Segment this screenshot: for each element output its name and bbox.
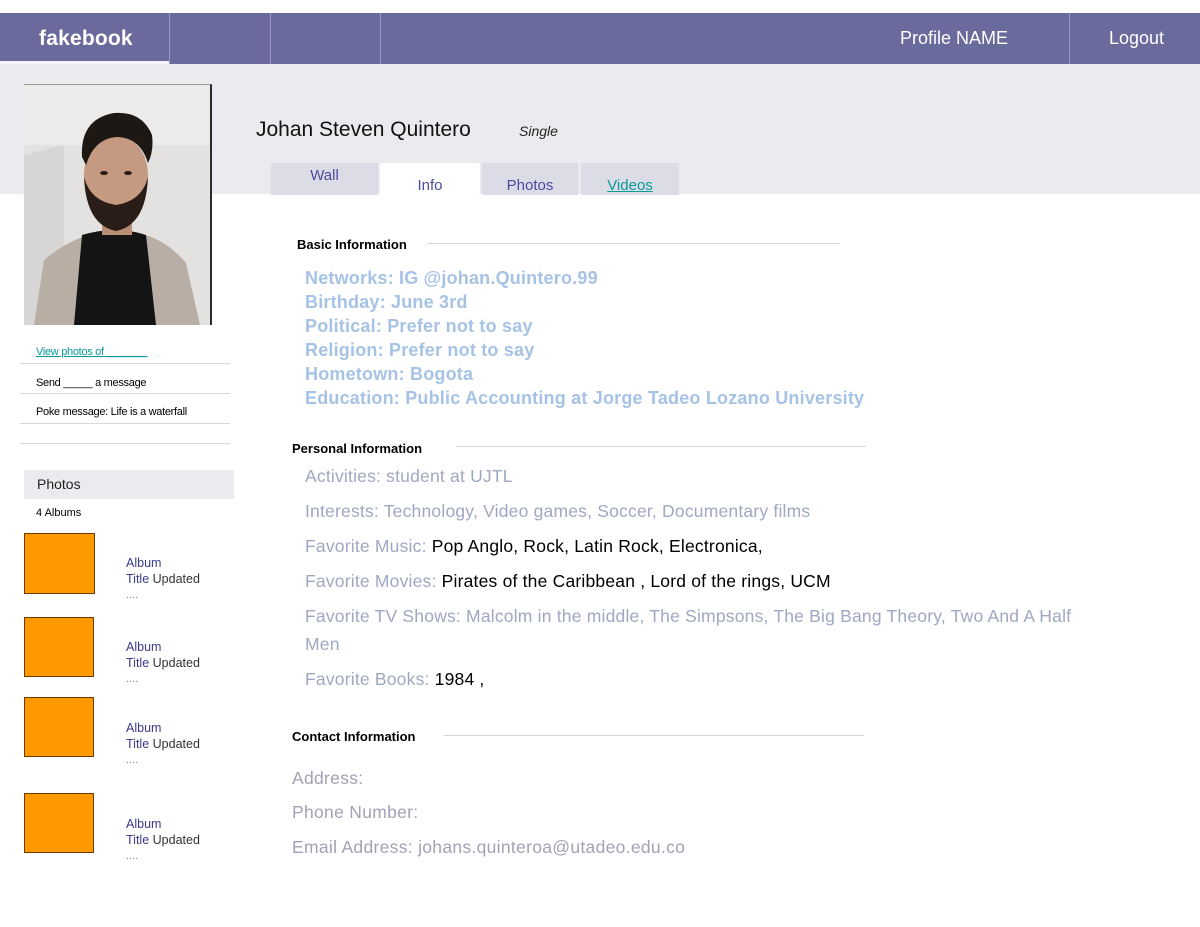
- personal-info-title: Personal Information: [292, 441, 423, 456]
- album-updated: Updated: [152, 737, 200, 751]
- album-ellipsis: ....: [126, 850, 139, 862]
- tab-videos[interactable]: Videos: [581, 163, 679, 195]
- section-divider: [444, 735, 864, 736]
- tab-photos-label: Photos: [506, 177, 554, 194]
- album-thumbnail[interactable]: [24, 793, 94, 853]
- profile-photo-image: [24, 85, 210, 325]
- favorite-books-label: Favorite Books:: [305, 669, 435, 689]
- poke-message-link[interactable]: Poke message: Life is a waterfall: [36, 406, 187, 418]
- profile-photo[interactable]: [24, 84, 212, 325]
- tab-info-label: Info: [417, 177, 443, 194]
- tab-info[interactable]: Info: [380, 163, 480, 203]
- tab-photos[interactable]: Photos: [482, 163, 578, 195]
- album-thumbnail[interactable]: [24, 617, 94, 677]
- favorite-music-field: Favorite Music: Pop Anglo, Rock, Latin R…: [305, 532, 1085, 560]
- tab-videos-label: Videos: [607, 177, 653, 194]
- logout-link[interactable]: Logout: [1109, 13, 1164, 64]
- album-updated: Updated: [152, 572, 200, 586]
- album-ellipsis: ....: [126, 754, 139, 766]
- album-label: Album: [126, 556, 162, 570]
- contact-info-title: Contact Information: [292, 729, 416, 744]
- sidebar-divider: [20, 393, 230, 394]
- album-title-updated: Title Updated: [126, 571, 200, 587]
- favorite-movies-value: Pirates of the Caribbean , Lord of the r…: [441, 571, 831, 591]
- album-ellipsis: ....: [126, 589, 139, 601]
- album-title: Title: [126, 833, 150, 847]
- album-title: Title: [126, 737, 150, 751]
- favorite-movies-label: Favorite Movies:: [305, 571, 442, 591]
- address-field: Address:: [292, 768, 364, 788]
- album-title-updated: Title Updated: [126, 655, 200, 671]
- favorite-music-value: Pop Anglo, Rock, Latin Rock, Electronica…: [431, 536, 763, 556]
- sidebar-divider: [20, 363, 230, 364]
- album-caption[interactable]: Album Title Updated ....: [126, 720, 200, 768]
- basic-info-title: Basic Information: [297, 237, 407, 252]
- send-message-link[interactable]: Send _____ a message: [36, 377, 147, 389]
- album-title: Title: [126, 572, 150, 586]
- favorite-music-label: Favorite Music:: [305, 536, 432, 556]
- album-caption[interactable]: Album Title Updated ....: [126, 816, 200, 864]
- album-label: Album: [126, 817, 162, 831]
- nav-divider: [169, 13, 170, 64]
- view-photos-link[interactable]: View photos of _______: [36, 346, 148, 358]
- sidebar-divider: [20, 443, 230, 444]
- album-thumbnail[interactable]: [24, 533, 95, 594]
- album-title: Title: [126, 656, 150, 670]
- sidebar-divider: [20, 423, 230, 424]
- album-updated: Updated: [152, 656, 200, 670]
- hometown-field: Hometown: Bogota: [305, 364, 474, 384]
- album-updated: Updated: [152, 833, 200, 847]
- album-label: Album: [126, 721, 162, 735]
- top-nav-bar: fakebook Profile NAME Logout: [0, 13, 1200, 64]
- nav-divider: [380, 13, 381, 64]
- tab-wall[interactable]: Wall: [271, 163, 378, 195]
- album-label: Album: [126, 640, 162, 654]
- album-caption[interactable]: Album Title Updated ....: [126, 639, 200, 687]
- interests-field: Interests: Technology, Video games, Socc…: [305, 501, 811, 521]
- section-divider: [456, 446, 866, 447]
- favorite-books-field: Favorite Books: 1984 ,: [305, 665, 1085, 693]
- profile-name: Johan Steven Quintero: [256, 118, 471, 141]
- nav-divider: [270, 13, 271, 64]
- profile-name-link[interactable]: Profile NAME: [900, 13, 1008, 64]
- photos-heading[interactable]: Photos: [24, 470, 234, 499]
- favorite-tv-field: Favorite TV Shows: Malcolm in the middle…: [305, 606, 1072, 654]
- religion-field: Religion: Prefer not to say: [305, 340, 535, 360]
- favorite-books-value: 1984 ,: [434, 669, 485, 689]
- favorite-movies-field: Favorite Movies: Pirates of the Caribbea…: [305, 567, 1085, 595]
- album-ellipsis: ....: [126, 673, 139, 685]
- nav-divider: [1069, 13, 1070, 64]
- album-title-updated: Title Updated: [126, 832, 200, 848]
- fakebook-logo[interactable]: fakebook: [39, 13, 133, 64]
- phone-field: Phone Number:: [292, 802, 419, 822]
- album-thumbnail[interactable]: [24, 697, 94, 757]
- album-title-updated: Title Updated: [126, 736, 200, 752]
- networks-field: Networks: IG @johan.Quintero.99: [305, 268, 598, 288]
- tab-wall-label: Wall: [310, 167, 339, 184]
- education-field: Education: Public Accounting at Jorge Ta…: [305, 388, 865, 408]
- activities-field: Activities: student at UJTL: [305, 466, 513, 486]
- political-field: Political: Prefer not to say: [305, 316, 533, 336]
- album-caption[interactable]: Album Title Updated ....: [126, 555, 200, 603]
- albums-count: 4 Albums: [36, 507, 82, 519]
- birthday-field: Birthday: June 3rd: [305, 292, 468, 312]
- relationship-status: Single: [519, 123, 558, 139]
- section-divider: [427, 243, 840, 244]
- email-field: Email Address: johans.quinteroa@utadeo.e…: [292, 837, 686, 857]
